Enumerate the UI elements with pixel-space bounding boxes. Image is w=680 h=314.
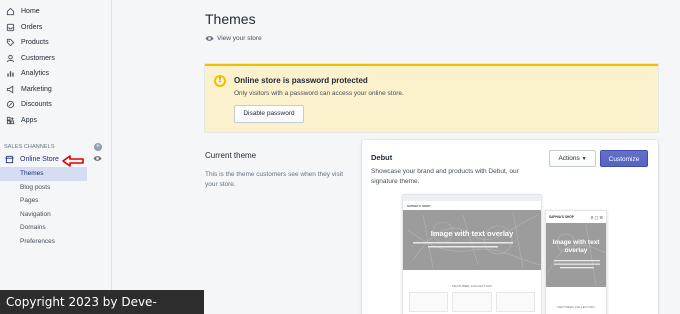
main-nav: Home Orders Products Customers Analytics… [0, 0, 111, 128]
online-store-subnav: Themes Blog posts Pages Navigation Domai… [0, 167, 111, 249]
copyright-watermark: Copyright 2023 by Deve-point.com [0, 290, 204, 314]
caret-down-icon: ▼ [581, 156, 587, 162]
sidebar-subitem-blog-posts[interactable]: Blog posts [0, 181, 111, 195]
hero-pattern-image [407, 211, 541, 269]
view-store-eye-icon[interactable] [93, 154, 102, 165]
warning-icon: ! [214, 75, 226, 87]
preview-featured-label: FEATURED COLLECTION [452, 284, 492, 288]
page-title: Themes [205, 11, 256, 27]
mobile-hero-title: Image with text overlay [552, 239, 600, 254]
mobile-store-name: SAPHIA'S SHOP [549, 215, 574, 219]
preview-product-row [403, 292, 541, 312]
desktop-preview: SAPHIA'S SHOP Image with text overlay FE… [402, 194, 542, 314]
preview-hero: Image with text overlay [403, 210, 541, 270]
mobile-hero-subtext [546, 259, 606, 271]
disable-password-button[interactable]: Disable password [234, 105, 304, 123]
sidebar-item-label: Marketing [21, 85, 52, 93]
preview-store-name: SAPHIA'S SHOP [407, 203, 431, 208]
sidebar-subitem-navigation[interactable]: Navigation [0, 208, 111, 222]
sidebar-subitem-themes[interactable]: Themes [0, 167, 87, 181]
sidebar-item-label: Customers [21, 54, 55, 62]
customize-button[interactable]: Customize [600, 150, 648, 167]
mobile-featured-label: FEATURED COLLECTION [557, 305, 595, 309]
sidebar-subitem-preferences[interactable]: Preferences [0, 235, 111, 249]
eye-icon [205, 36, 214, 41]
main-content: Themes View your store ! Online store is… [112, 0, 680, 314]
apps-icon [5, 115, 15, 125]
mobile-nav-icons: ⚲ ▢ ☰ [590, 214, 603, 220]
preview-product [452, 292, 492, 312]
sidebar-item-label: Apps [21, 116, 37, 124]
store-icon [5, 155, 15, 165]
sidebar-item-customers[interactable]: Customers [0, 51, 111, 67]
sidebar-item-label: Products [21, 39, 49, 47]
sidebar-item-discounts[interactable]: Discounts [0, 97, 111, 113]
preview-hero-title: Image with text overlay [430, 229, 514, 238]
actions-dropdown-button[interactable]: Actions ▼ [549, 150, 596, 167]
theme-card: Debut Showcase your brand and products w… [362, 140, 658, 314]
password-banner: ! Online store is password protected Onl… [205, 64, 658, 132]
section-label: SALES CHANNELS [4, 144, 55, 150]
person-icon [5, 53, 15, 63]
sidebar-item-label: Analytics [21, 70, 50, 78]
theme-description: Showcase your brand and products with De… [371, 168, 519, 185]
sidebar-item-online-store[interactable]: Online Store [0, 152, 111, 167]
preview-product [409, 292, 449, 312]
actions-label: Actions [558, 155, 580, 162]
banner-title: Online store is password protected [234, 76, 368, 85]
sidebar-item-analytics[interactable]: Analytics [0, 66, 111, 82]
preview-product [495, 292, 535, 312]
theme-preview: SAPHIA'S SHOP Image with text overlay FE… [402, 194, 610, 314]
view-store-link[interactable]: View your store [205, 34, 262, 43]
tag-icon [5, 38, 15, 48]
mobile-hero: Image with text overlay [546, 223, 606, 287]
preview-hero-subtext [403, 241, 541, 251]
add-channel-plus-icon[interactable]: + [94, 143, 102, 151]
megaphone-icon [5, 84, 15, 94]
current-theme-description: This is the theme customers see when the… [205, 171, 344, 188]
home-icon [5, 7, 15, 17]
online-store-label: Online Store [20, 156, 59, 163]
sidebar-item-orders[interactable]: Orders [0, 20, 111, 36]
mobile-preview: SAPHIA'S SHOP ⚲ ▢ ☰ Image with text over… [545, 210, 607, 314]
sidebar-item-label: Orders [21, 23, 43, 31]
sidebar-subitem-pages[interactable]: Pages [0, 194, 111, 208]
theme-name: Debut [371, 153, 393, 162]
preview-nav: SAPHIA'S SHOP [403, 201, 541, 210]
red-arrow-icon [62, 155, 84, 167]
mobile-hero-pattern-image [547, 224, 606, 286]
sidebar-item-apps[interactable]: Apps [0, 113, 111, 129]
sidebar: Home Orders Products Customers Analytics… [0, 0, 112, 314]
view-store-label: View your store [217, 35, 262, 42]
discount-icon [5, 100, 15, 110]
sidebar-subitem-domains[interactable]: Domains [0, 221, 111, 235]
current-theme-heading: Current theme [205, 151, 257, 160]
sidebar-item-marketing[interactable]: Marketing [0, 82, 111, 98]
sales-channels-header: SALES CHANNELS + [0, 142, 111, 152]
sidebar-item-label: Home [21, 8, 40, 16]
orders-icon [5, 22, 15, 32]
sidebar-item-products[interactable]: Products [0, 35, 111, 51]
sidebar-item-label: Discounts [21, 101, 52, 109]
bar-chart-icon [5, 69, 15, 79]
mobile-preview-nav: SAPHIA'S SHOP ⚲ ▢ ☰ [546, 211, 606, 223]
sidebar-item-home[interactable]: Home [0, 4, 111, 20]
banner-text: Only visitors with a password can access… [234, 90, 404, 97]
